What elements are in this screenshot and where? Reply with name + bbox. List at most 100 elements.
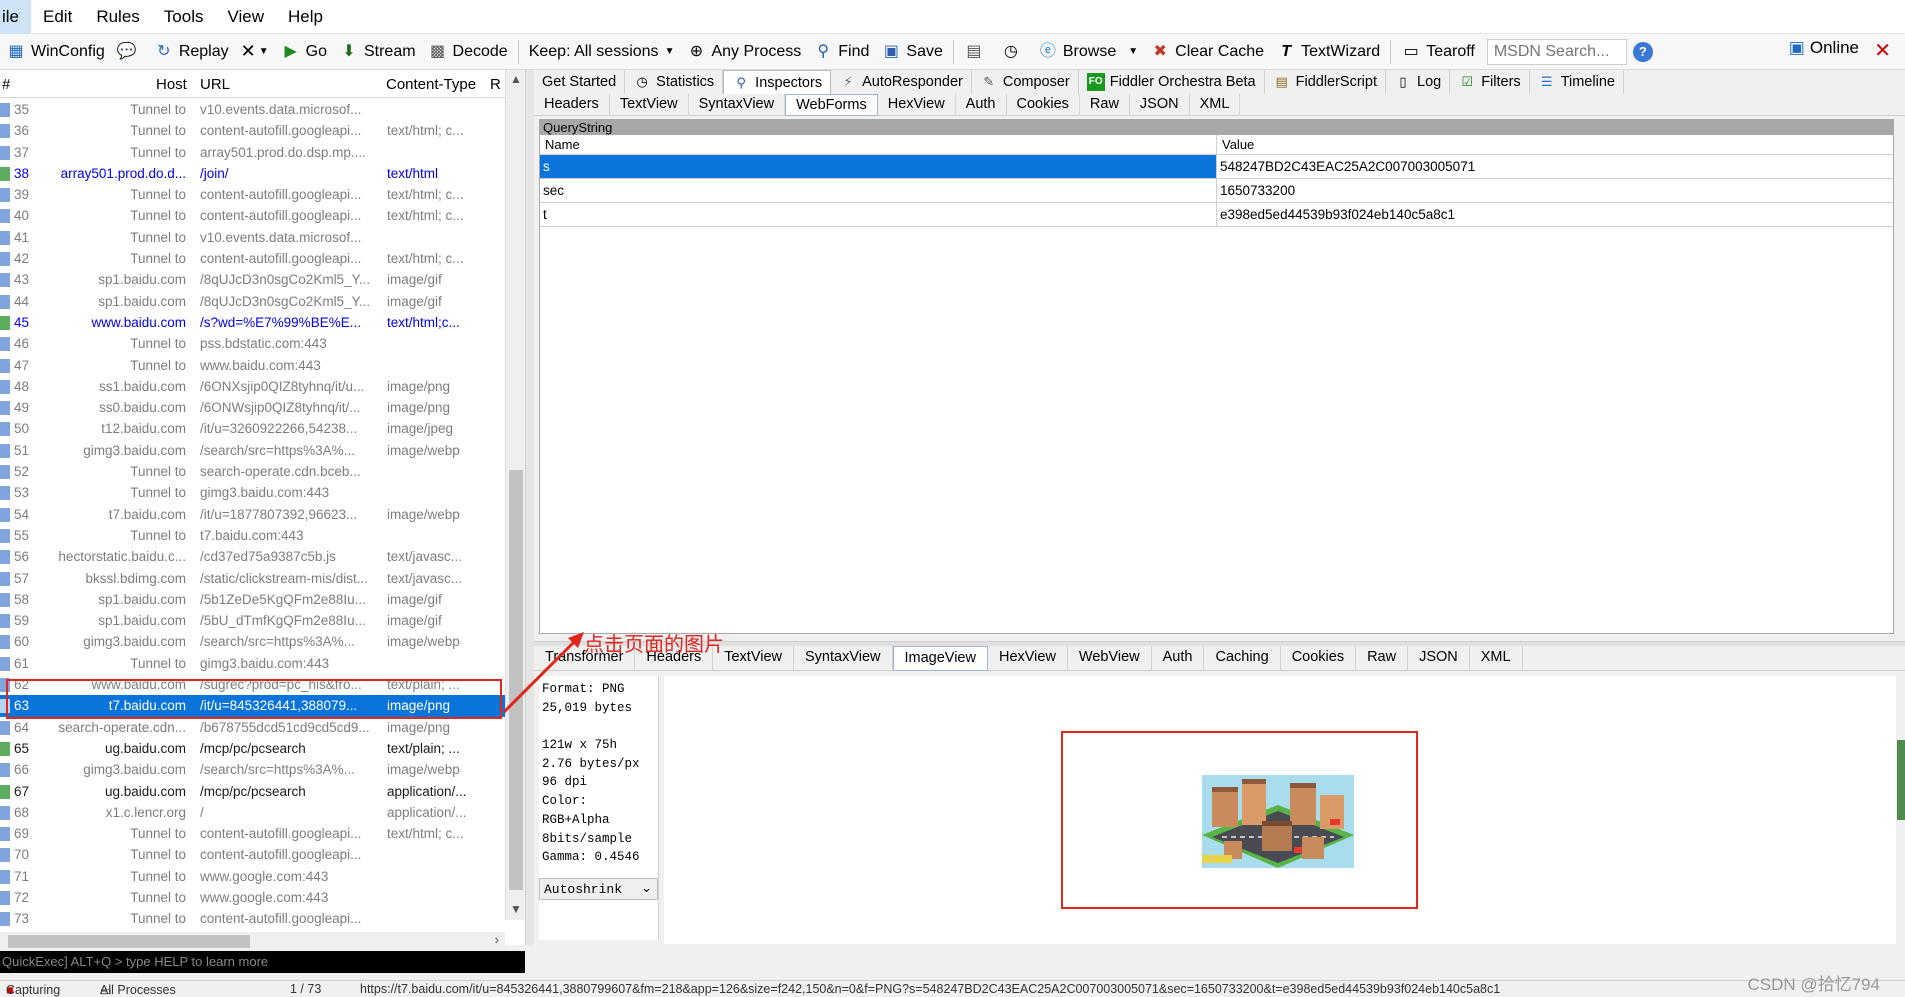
- tab-response-syntaxview[interactable]: SyntaxView: [794, 646, 893, 671]
- tab-response-cookies[interactable]: Cookies: [1281, 646, 1357, 671]
- menu-rules[interactable]: Rules: [84, 0, 151, 34]
- tab-response-xml[interactable]: XML: [1470, 646, 1523, 671]
- tab-request-hexview[interactable]: HexView: [878, 94, 956, 116]
- tab-statistics[interactable]: ◷ Statistics: [625, 70, 724, 94]
- column-content-type[interactable]: Content-Type: [386, 76, 476, 93]
- scroll-down-icon[interactable]: ▼: [510, 902, 522, 916]
- session-row[interactable]: 55 Tunnel to t7.baidu.com:443: [0, 525, 505, 546]
- session-row[interactable]: 71 Tunnel to www.google.com:443: [0, 866, 505, 887]
- session-row[interactable]: 53 Tunnel to gimg3.baidu.com:443: [0, 482, 505, 503]
- querystring-row[interactable]: sec 1650733200: [540, 179, 1893, 203]
- menu-view[interactable]: View: [215, 0, 276, 34]
- tab-request-webforms[interactable]: WebForms: [785, 94, 878, 116]
- session-row[interactable]: 45 www.baidu.com/s?wd=%E7%99%BE%E... text/…: [0, 312, 505, 333]
- session-row[interactable]: 52 Tunnel to search-operate.cdn.bceb...: [0, 461, 505, 482]
- tab-get-started[interactable]: Get Started: [534, 70, 626, 94]
- tab-response-textview[interactable]: TextView: [713, 646, 794, 671]
- tab-request-syntaxview[interactable]: SyntaxView: [689, 94, 786, 116]
- screenshot-button[interactable]: ▤: [958, 37, 995, 67]
- winconfig-button[interactable]: ▦ WinConfig: [0, 37, 111, 67]
- tab-fiddlerscript[interactable]: ▤ FiddlerScript: [1265, 70, 1386, 94]
- tearoff-button[interactable]: ▭ Tearoff: [1395, 37, 1481, 67]
- tab-response-json[interactable]: JSON: [1408, 646, 1470, 671]
- column-url[interactable]: URL: [200, 76, 230, 93]
- tab-response-auth[interactable]: Auth: [1152, 646, 1205, 671]
- tab-timeline[interactable]: ☰ Timeline: [1530, 70, 1624, 94]
- session-row[interactable]: 64 search-operate.cdn... /b678755dcd51cd9c…: [0, 717, 505, 738]
- stream-button[interactable]: ⬇ Stream: [333, 37, 422, 67]
- tab-composer[interactable]: ✎ Composer: [972, 70, 1079, 94]
- tab-request-json[interactable]: JSON: [1130, 94, 1190, 116]
- menu-file[interactable]: ile: [0, 0, 32, 34]
- session-row[interactable]: 65 ug.baidu.com/mcp/pc/pcsearch text/plain…: [0, 738, 505, 759]
- session-row[interactable]: 69 Tunnel to content-autofill.googleapi...…: [0, 823, 505, 844]
- tab-request-raw[interactable]: Raw: [1080, 94, 1130, 116]
- tab-request-headers[interactable]: Headers: [534, 94, 610, 116]
- session-row[interactable]: 58 sp1.baidu.com/5b1ZeDe5KgQFm2e88Iu... im…: [0, 589, 505, 610]
- session-row[interactable]: 40 Tunnel to content-autofill.googleapi...…: [0, 205, 505, 226]
- session-row[interactable]: 59 sp1.baidu.com/5bU_dTmfKgQFm2e88Iu... im…: [0, 610, 505, 631]
- browse-button[interactable]: ⓔ Browse ▼: [1032, 37, 1144, 67]
- scrollbar-thumb[interactable]: [8, 935, 250, 948]
- column-result[interactable]: R: [490, 76, 501, 93]
- menu-help[interactable]: Help: [276, 0, 335, 34]
- tab-request-xml[interactable]: XML: [1190, 94, 1241, 116]
- session-row[interactable]: 68 x1.c.lencr.org / application/...: [0, 802, 505, 823]
- close-icon[interactable]: ✕: [1874, 38, 1891, 63]
- session-row[interactable]: 51 gimg3.baidu.com/search/src=https%3A%..…: [0, 440, 505, 461]
- session-row[interactable]: 57 bkssl.bdimg.com/static/clickstream-mis…: [0, 568, 505, 589]
- session-row[interactable]: 39 Tunnel to content-autofill.googleapi...…: [0, 184, 505, 205]
- column-num[interactable]: #: [2, 76, 10, 93]
- decode-button[interactable]: ▩ Decode: [422, 37, 514, 67]
- column-name[interactable]: Name: [540, 135, 1217, 154]
- tab-fiddler-orchestra[interactable]: FO Fiddler Orchestra Beta: [1079, 70, 1265, 94]
- any-process-button[interactable]: ⊕ Any Process: [680, 37, 807, 67]
- scroll-up-icon[interactable]: ▲: [510, 72, 522, 86]
- msdn-search-input[interactable]: [1486, 38, 1627, 65]
- tab-request-auth[interactable]: Auth: [956, 94, 1007, 116]
- tab-log[interactable]: ▯ Log: [1386, 70, 1451, 94]
- column-host[interactable]: Host: [156, 76, 187, 93]
- session-row[interactable]: 72 Tunnel to www.google.com:443: [0, 887, 505, 908]
- session-row[interactable]: 46 Tunnel to pss.bdstatic.com:443: [0, 333, 505, 354]
- autoshrink-dropdown[interactable]: Autoshrink ⌄: [539, 878, 658, 900]
- session-row[interactable]: 66 gimg3.baidu.com/search/src=https%3A%..…: [0, 759, 505, 780]
- session-row[interactable]: 41 Tunnel to v10.events.data.microsof...: [0, 227, 505, 248]
- keep-sessions-dropdown[interactable]: Keep: All sessions ▼: [523, 37, 681, 67]
- replay-button[interactable]: ↻ Replay: [148, 37, 235, 67]
- session-row[interactable]: 36 Tunnel to content-autofill.googleapi...…: [0, 120, 505, 141]
- menu-tools[interactable]: Tools: [152, 0, 216, 34]
- pane-splitter[interactable]: [526, 70, 534, 945]
- session-row[interactable]: 42 Tunnel to content-autofill.googleapi...…: [0, 248, 505, 269]
- session-row[interactable]: 47 Tunnel to www.baidu.com:443: [0, 355, 505, 376]
- quickexec-input[interactable]: QuickExec] ALT+Q > type HELP to learn mo…: [0, 951, 525, 973]
- session-row[interactable]: 56 hectorstatic.baidu.c... /cd37ed75a9387c…: [0, 546, 505, 567]
- session-row[interactable]: 38 array501.prod.do.d... /join/text/html: [0, 163, 505, 184]
- tab-response-caching[interactable]: Caching: [1204, 646, 1281, 671]
- help-icon[interactable]: ?: [1632, 41, 1653, 62]
- horizontal-scrollbar[interactable]: ›: [0, 932, 505, 950]
- session-row[interactable]: 70 Tunnel to content-autofill.googleapi...: [0, 844, 505, 865]
- comment-button[interactable]: 💬: [111, 37, 148, 67]
- session-row[interactable]: 50 t12.baidu.com/it/u=3260922266,54238...…: [0, 418, 505, 439]
- session-row[interactable]: 67 ug.baidu.com/mcp/pc/pcsearch applicatio…: [0, 781, 505, 802]
- tab-inspectors[interactable]: ⚲ Inspectors: [723, 70, 832, 94]
- timer-button[interactable]: ◷: [995, 37, 1032, 67]
- session-row[interactable]: 54 t7.baidu.com/it/u=1877807392,96623... i…: [0, 504, 505, 525]
- remove-button[interactable]: ✕ ▼: [235, 37, 275, 67]
- menu-edit[interactable]: Edit: [31, 0, 84, 34]
- tab-autoresponder[interactable]: ⚡ AutoResponder: [831, 70, 972, 94]
- session-row[interactable]: 48 ss1.baidu.com/6ONXsjip0QIZ8tyhnq/it/u.…: [0, 376, 505, 397]
- session-row[interactable]: 44 sp1.baidu.com/8qUJcD3n0sgCo2Kml5_Y... i…: [0, 291, 505, 312]
- session-row[interactable]: 43 sp1.baidu.com/8qUJcD3n0sgCo2Kml5_Y... i…: [0, 269, 505, 290]
- session-row[interactable]: 37 Tunnel to array501.prod.do.dsp.mp....: [0, 142, 505, 163]
- session-row[interactable]: 49 ss0.baidu.com/6ONWsjip0QIZ8tyhnq/it/..…: [0, 397, 505, 418]
- tab-response-webview[interactable]: WebView: [1068, 646, 1152, 671]
- save-button[interactable]: ▣ Save: [875, 37, 948, 67]
- go-button[interactable]: ▶ Go: [275, 37, 333, 67]
- column-value[interactable]: Value: [1217, 135, 1893, 154]
- scroll-right-icon[interactable]: ›: [495, 932, 499, 947]
- querystring-row[interactable]: s 548247BD2C43EAC25A2C007003005071: [540, 155, 1893, 179]
- session-row[interactable]: 61 Tunnel to gimg3.baidu.com:443: [0, 653, 505, 674]
- clear-cache-button[interactable]: ✖ Clear Cache: [1144, 37, 1270, 67]
